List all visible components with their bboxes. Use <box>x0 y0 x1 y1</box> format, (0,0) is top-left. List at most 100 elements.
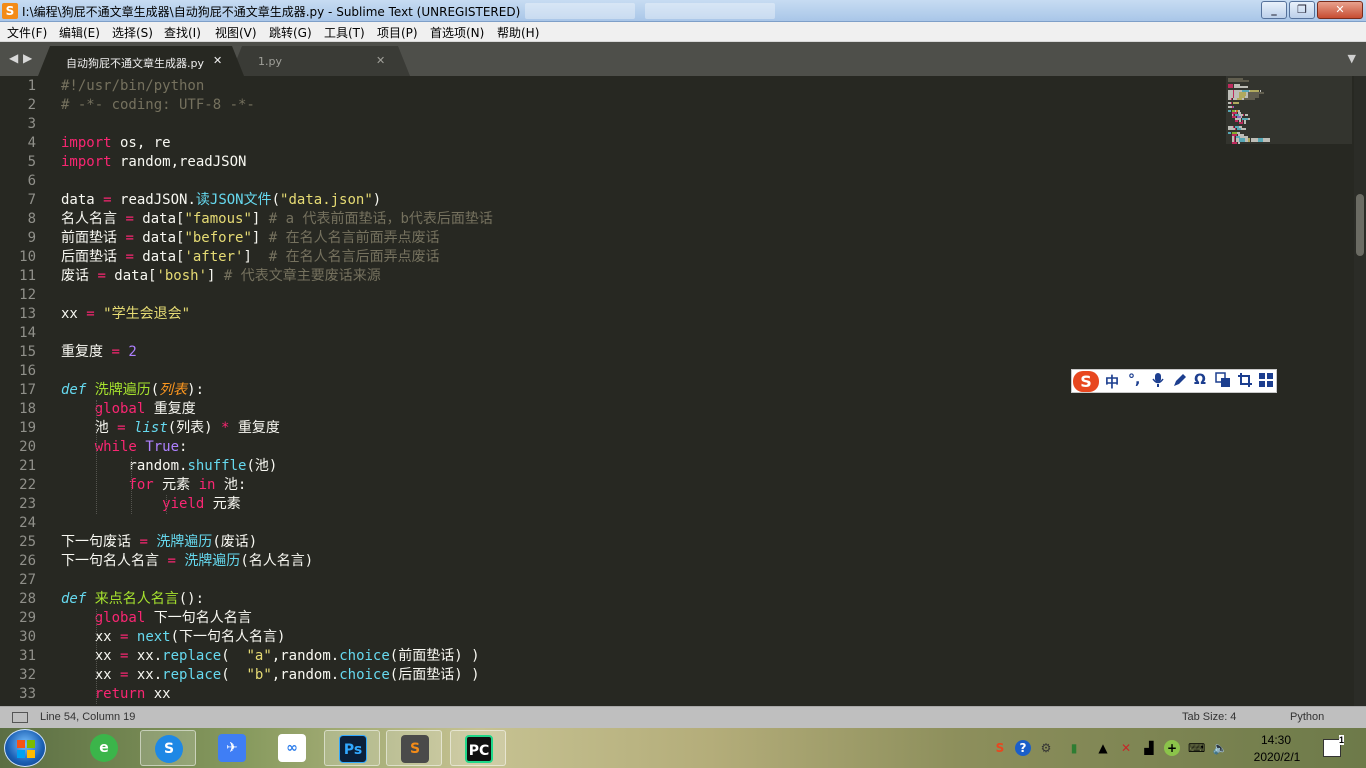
code-line[interactable]: yield 元素 <box>61 495 241 514</box>
code-token: ] <box>251 211 269 227</box>
sublime-icon[interactable]: S <box>386 730 442 766</box>
code-line[interactable]: xx = next(下一句名人名言) <box>61 628 286 647</box>
code-line[interactable]: def 洗牌遍历(列表): <box>61 381 204 400</box>
window-titlebar[interactable]: S I:\编程\狗屁不通文章生成器\自动狗屁不通文章生成器.py - Subli… <box>0 0 1366 22</box>
code-line[interactable]: def 来点名人名言(): <box>61 590 204 609</box>
menu-selection[interactable]: 选择(S) <box>112 24 153 41</box>
tab-prev-icon[interactable]: ◀ <box>9 51 18 65</box>
minimize-button[interactable]: _ <box>1261 1 1287 19</box>
menu-goto[interactable]: 跳转(G) <box>269 24 312 41</box>
code-line[interactable]: 重复度 = 2 <box>61 343 137 362</box>
syntax-setting[interactable]: Python <box>1290 711 1324 723</box>
photoshop-icon[interactable]: Ps <box>324 730 380 766</box>
tab-size-setting[interactable]: Tab Size: 4 <box>1182 711 1236 723</box>
ime-settings-tray-icon[interactable]: ⚙ <box>1038 740 1054 756</box>
code-token: "a" <box>246 648 272 664</box>
code-token: (废话) <box>212 534 258 550</box>
sogou-browser-icon[interactable]: S <box>140 730 196 766</box>
minimap[interactable] <box>1226 76 1352 144</box>
translate-icon[interactable] <box>1215 372 1231 392</box>
scrollbar-thumb[interactable] <box>1356 194 1364 256</box>
code-token: 下一句名人名言 <box>145 610 252 626</box>
feishu-icon[interactable]: ✈ <box>204 730 260 766</box>
menu-view[interactable]: 视图(V) <box>215 24 257 41</box>
code-line[interactable]: 下一句名人名言 = 洗牌遍历(名人名言) <box>61 552 313 571</box>
code-line[interactable]: while True: <box>61 438 188 457</box>
maximize-button[interactable]: ❐ <box>1289 1 1315 19</box>
pen-icon[interactable] <box>1172 372 1188 392</box>
menu-tools[interactable]: 工具(T) <box>324 24 365 41</box>
show-hidden-icons-icon[interactable]: ▲ <box>1095 740 1111 756</box>
action-center-icon[interactable]: 1 <box>1323 735 1344 757</box>
indent-guide <box>96 609 97 704</box>
menu-file[interactable]: 文件(F) <box>7 24 47 41</box>
line-number: 22 <box>19 477 36 493</box>
tray-app-icon[interactable]: + <box>1164 740 1180 756</box>
ime-mode-chinese[interactable]: 中 <box>1105 372 1119 392</box>
mic-icon[interactable] <box>1152 372 1164 392</box>
volume-icon[interactable]: 🔈 <box>1212 740 1228 756</box>
menu-help[interactable]: 帮助(H) <box>497 24 539 41</box>
ime-punctuation[interactable]: °, <box>1128 372 1140 388</box>
code-line[interactable]: 下一句废话 = 洗牌遍历(废话) <box>61 533 257 552</box>
code-line[interactable]: xx = "学生会退会" <box>61 305 190 324</box>
code-token: 2 <box>128 344 137 360</box>
battery-tray-icon[interactable]: ▮ <box>1066 740 1082 756</box>
pycharm-icon[interactable]: PC <box>450 730 506 766</box>
menu-find[interactable]: 查找(I) <box>164 24 201 41</box>
panel-toggle-icon[interactable] <box>12 712 28 723</box>
menu-edit[interactable]: 编辑(E) <box>59 24 100 41</box>
code-line[interactable]: 池 = list(列表) * 重复度 <box>61 419 280 438</box>
code-line[interactable]: for 元素 in 池: <box>61 476 246 495</box>
ie-icon[interactable]: e <box>76 730 132 766</box>
tab-close-icon[interactable]: ✕ <box>376 54 385 67</box>
code-line[interactable]: # -*- coding: UTF-8 -*- <box>61 96 255 115</box>
menu-project[interactable]: 项目(P) <box>377 24 418 41</box>
close-button[interactable]: ✕ <box>1317 1 1363 19</box>
line-number: 25 <box>19 534 36 550</box>
sogou-ime-tray-icon[interactable]: S <box>992 740 1008 756</box>
code-line[interactable]: import random,readJSON <box>61 153 246 172</box>
code-line[interactable]: return xx <box>61 685 171 704</box>
menu-preferences[interactable]: 首选项(N) <box>430 24 484 41</box>
code-token: import <box>61 135 112 151</box>
code-line[interactable]: 前面垫话 = data["before"] # 在名人名言前面弄点废话 <box>61 229 440 248</box>
code-line[interactable]: xx = xx.replace( "b",random.choice(后面垫话)… <box>61 666 480 685</box>
code-line[interactable]: data = readJSON.读JSON文件("data.json") <box>61 191 381 210</box>
code-line[interactable]: #!/usr/bin/python <box>61 77 204 96</box>
start-button[interactable] <box>4 729 46 767</box>
grid-icon[interactable] <box>1258 372 1274 392</box>
code-line[interactable]: 废话 = data['bosh'] # 代表文章主要废话来源 <box>61 267 381 286</box>
code-line[interactable]: 后面垫话 = data['after'] # 在名人名言后面弄点废话 <box>61 248 440 267</box>
crop-icon[interactable] <box>1237 372 1253 392</box>
sogou-logo-icon[interactable]: S <box>1073 371 1099 392</box>
code-line[interactable]: 名人名言 = data["famous"] # a 代表前面垫话，b代表后面垫话 <box>61 210 493 229</box>
tab-close-icon[interactable]: ✕ <box>213 54 222 67</box>
code-token: xx <box>61 648 121 664</box>
vertical-scrollbar[interactable] <box>1354 76 1366 706</box>
code-line[interactable]: global 下一句名人名言 <box>61 609 252 628</box>
keyboard-icon[interactable]: ⌨ <box>1188 740 1205 756</box>
ime-toolbar[interactable]: S 中 °, Ω <box>1071 369 1277 393</box>
code-line[interactable]: global 重复度 <box>61 400 196 419</box>
code-line[interactable]: xx = xx.replace( "a",random.choice(前面垫话)… <box>61 647 480 666</box>
signal-icon[interactable]: ▟ <box>1141 740 1157 756</box>
code-line[interactable]: import os, re <box>61 134 171 153</box>
baidu-netdisk-icon[interactable]: ∞ <box>264 730 320 766</box>
tab-1-py[interactable]: 1.py ✕ <box>230 46 410 76</box>
code-token: #!/usr/bin/python <box>61 78 205 94</box>
network-error-icon[interactable]: ✕ <box>1118 740 1134 756</box>
line-number: 16 <box>19 363 36 379</box>
code-token: # 代表文章主要废话来源 <box>223 268 381 284</box>
clock-date[interactable]: 2020/2/1 <box>1246 750 1308 764</box>
code-token: ( <box>221 667 247 683</box>
tab-list-dropdown-icon[interactable]: ▼ <box>1348 52 1356 65</box>
line-number: 24 <box>19 515 36 531</box>
code-token: 元素 <box>153 477 199 493</box>
tab-next-icon[interactable]: ▶ <box>23 51 32 65</box>
help-tray-icon[interactable]: ? <box>1015 740 1031 756</box>
special-chars-icon[interactable]: Ω <box>1194 372 1206 388</box>
tab-active-file[interactable]: 自动狗屁不通文章生成器.py ✕ <box>38 46 244 76</box>
clock-time[interactable]: 14:30 <box>1256 733 1296 747</box>
code-line[interactable]: random.shuffle(池) <box>61 457 277 476</box>
